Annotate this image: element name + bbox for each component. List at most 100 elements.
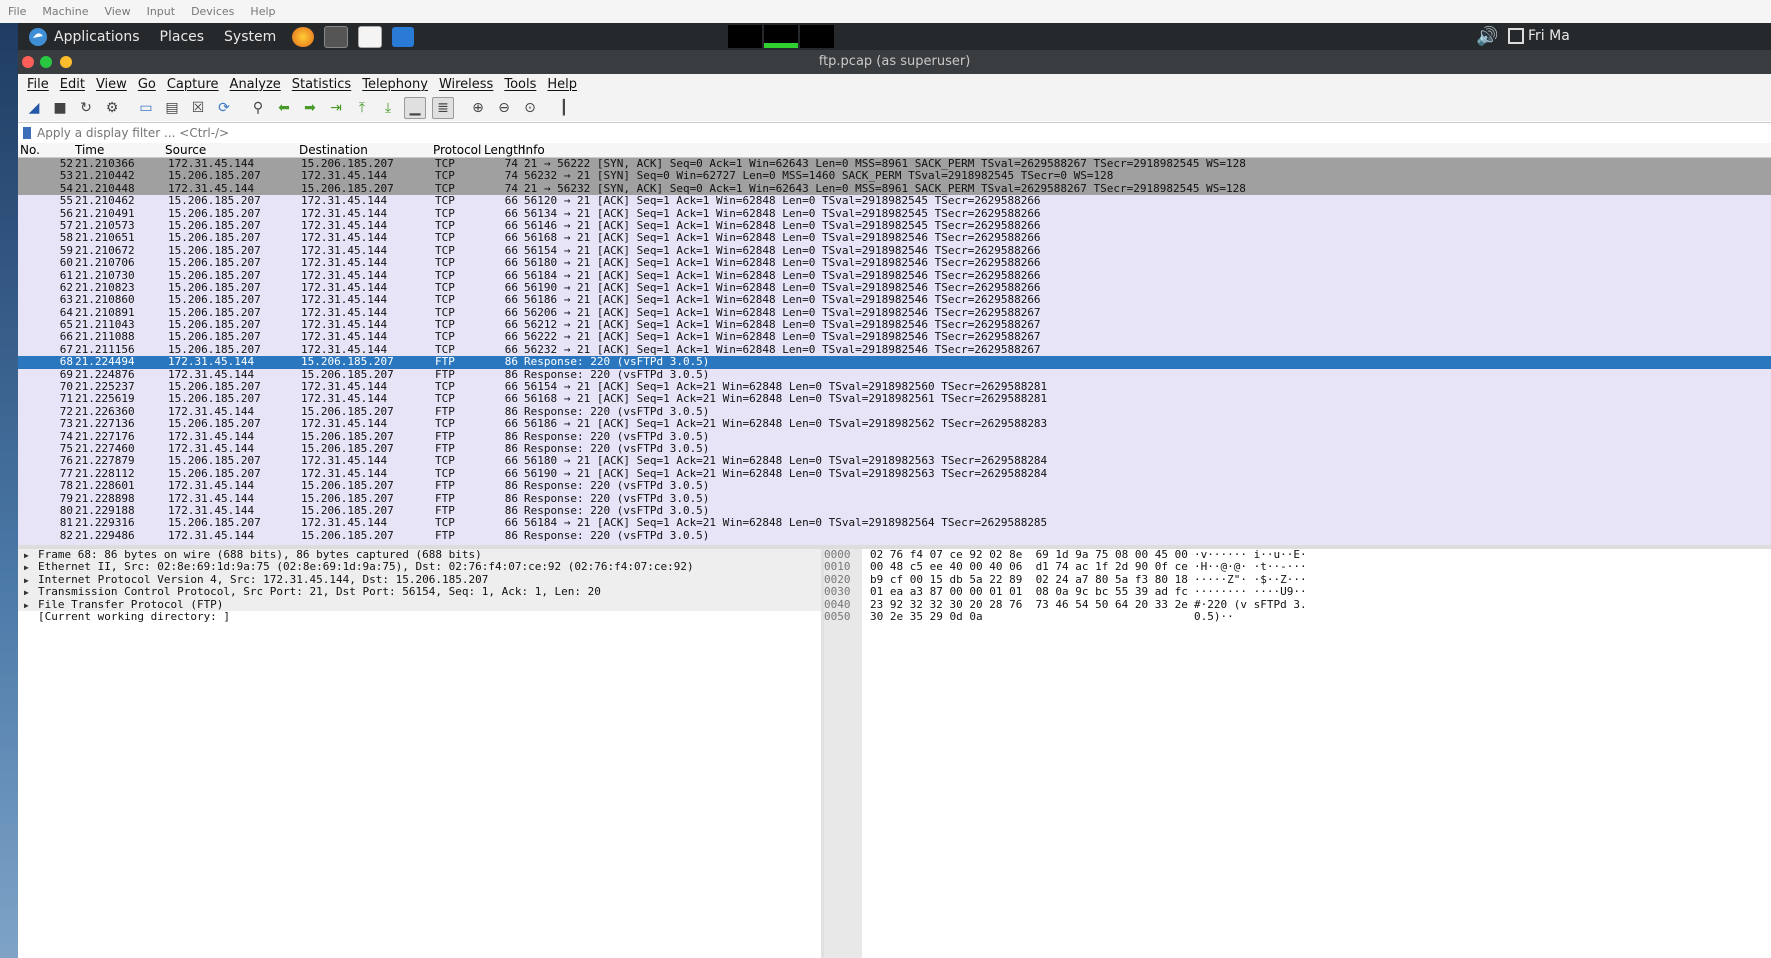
col-protocol-header[interactable]: Protocol bbox=[433, 143, 481, 157]
col-destination-header[interactable]: Destination bbox=[299, 143, 368, 157]
packet-no: 82 bbox=[59, 528, 73, 542]
packet-source: 15.206.185.207 bbox=[168, 392, 261, 406]
menu-go[interactable]: Go bbox=[138, 77, 156, 92]
packet-row[interactable]: 81 21.229316 15.206.185.207 172.31.45.144 TC… bbox=[18, 516, 1771, 530]
expand-arrow-icon[interactable]: ▶ bbox=[24, 562, 38, 574]
colorize-icon[interactable]: ≣ bbox=[432, 96, 454, 119]
packet-row[interactable]: 60 21.210706 15.206.185.207 172.31.45.144 TC… bbox=[18, 256, 1771, 270]
menu-telephony[interactable]: Telephony bbox=[362, 77, 428, 92]
packet-row[interactable]: 71 21.225619 15.206.185.207 172.31.45.144 TC… bbox=[18, 392, 1771, 406]
forward-arrow-icon[interactable]: ➡ bbox=[300, 98, 320, 118]
packet-info: 56168 → 21 [ACK] Seq=1 Ack=21 Win=62848 … bbox=[524, 392, 1048, 406]
back-arrow-icon[interactable]: ⬅ bbox=[274, 98, 294, 118]
reload-icon[interactable]: ⟳ bbox=[214, 98, 234, 118]
menu-capture[interactable]: Capture bbox=[167, 77, 219, 92]
col-length-header[interactable]: Length bbox=[484, 143, 525, 157]
packet-row[interactable]: 53 21.210442 15.206.185.207 172.31.45.144 TC… bbox=[18, 169, 1771, 183]
packet-no: 81 bbox=[59, 516, 73, 530]
hex-line: 00 48 c5 ee 40 00 40 06 d1 74 ac 1f 2d 9… bbox=[870, 560, 1188, 574]
packet-length: 86 bbox=[504, 355, 518, 369]
packet-row[interactable]: 79 21.228898 172.31.45.144 15.206.185.207 FT… bbox=[18, 492, 1771, 505]
expand-arrow-icon[interactable]: ▶ bbox=[24, 587, 38, 599]
firefox-launcher-icon[interactable] bbox=[292, 26, 315, 47]
packet-bytes-pane[interactable]: 0000 0010 0020 0030 0040 0050 02 76 f4 07 ce … bbox=[824, 548, 1771, 958]
menu-wireless[interactable]: Wireless bbox=[439, 77, 493, 92]
packet-destination: 172.31.45.144 bbox=[301, 417, 388, 431]
packet-no: 68 bbox=[59, 355, 73, 369]
packet-destination: 15.206.185.207 bbox=[301, 479, 394, 493]
packet-row[interactable]: 58 21.210651 15.206.185.207 172.31.45.144 TC… bbox=[18, 231, 1771, 245]
restart-icon[interactable]: ↻ bbox=[76, 98, 96, 118]
col-time-header[interactable]: Time bbox=[75, 143, 104, 157]
menu-statistics[interactable]: Statistics bbox=[292, 77, 351, 92]
vscode-launcher-icon[interactable] bbox=[392, 26, 415, 47]
clock[interactable]: Fri Ma bbox=[1528, 28, 1570, 44]
col-no-header[interactable]: No. bbox=[20, 143, 40, 157]
open-folder-icon[interactable]: ▭ bbox=[136, 98, 156, 118]
filter-bookmark-icon[interactable] bbox=[23, 127, 31, 139]
menu-tools[interactable]: Tools bbox=[504, 77, 536, 92]
go-to-packet-icon[interactable]: ⇥ bbox=[326, 98, 346, 118]
menu-view[interactable]: View bbox=[96, 77, 127, 92]
applications-menu[interactable]: Applications bbox=[28, 27, 140, 47]
packet-row[interactable]: 67 21.211156 15.206.185.207 172.31.45.144 TC… bbox=[18, 343, 1771, 357]
packet-info: 56168 → 21 [ACK] Seq=1 Ack=1 Win=62848 L… bbox=[524, 231, 1041, 245]
system-monitor-graphs bbox=[728, 25, 834, 48]
packet-row[interactable]: 63 21.210860 15.206.185.207 172.31.45.144 TC… bbox=[18, 293, 1771, 307]
text-editor-launcher-icon[interactable] bbox=[358, 25, 383, 48]
close-file-icon[interactable]: ☒ bbox=[188, 98, 208, 118]
packet-no: 60 bbox=[59, 256, 73, 270]
host-menu-item[interactable]: Input bbox=[147, 5, 175, 18]
col-info-header[interactable]: Info bbox=[522, 143, 545, 157]
menu-analyze[interactable]: Analyze bbox=[230, 77, 281, 92]
first-packet-icon[interactable]: ⤒ bbox=[352, 98, 372, 118]
packet-destination: 172.31.45.144 bbox=[301, 194, 388, 208]
zoom-out-icon[interactable]: ⊖ bbox=[494, 98, 514, 118]
save-icon[interactable]: ▤ bbox=[162, 98, 182, 118]
host-menu-item[interactable]: Machine bbox=[42, 5, 88, 18]
menu-help[interactable]: Help bbox=[547, 77, 577, 92]
zoom-in-icon[interactable]: ⊕ bbox=[468, 98, 488, 118]
packet-destination: 172.31.45.144 bbox=[301, 256, 388, 270]
packet-time: 21.210706 bbox=[75, 256, 135, 270]
system-menu[interactable]: System bbox=[224, 29, 276, 45]
host-menu-item[interactable]: File bbox=[8, 5, 26, 18]
packet-info: 56180 → 21 [ACK] Seq=1 Ack=1 Win=62848 L… bbox=[524, 256, 1041, 270]
packet-row[interactable]: 77 21.228112 15.206.185.207 172.31.45.144 TC… bbox=[18, 467, 1771, 481]
zoom-reset-icon[interactable]: ⊙ bbox=[520, 98, 540, 118]
packet-row[interactable]: 78 21.228601 172.31.45.144 15.206.185.207 FT… bbox=[18, 479, 1771, 493]
places-menu[interactable]: Places bbox=[160, 29, 205, 45]
packet-details-pane[interactable]: ▶ Frame 68: 86 bytes on wire (688 bits), … bbox=[18, 548, 821, 958]
menu-file[interactable]: File bbox=[27, 77, 49, 92]
host-menu-item[interactable]: View bbox=[104, 5, 130, 18]
host-menu-item[interactable]: Help bbox=[250, 5, 275, 18]
autoscroll-icon[interactable]: ▁ bbox=[404, 96, 426, 119]
packet-row[interactable]: 68 21.224494 172.31.45.144 15.206.185.207 FT… bbox=[18, 355, 1771, 369]
volume-icon[interactable]: 🔊 bbox=[1476, 26, 1498, 47]
packet-list[interactable]: No. Time Source Destination Protocol Len… bbox=[18, 143, 1771, 545]
find-icon[interactable]: ⚲ bbox=[248, 98, 268, 118]
packet-source: 172.31.45.144 bbox=[168, 528, 255, 542]
packet-row[interactable]: 74 21.227176 172.31.45.144 15.206.185.207 FT… bbox=[18, 430, 1771, 443]
capture-options-icon[interactable]: ⚙ bbox=[102, 98, 122, 118]
packet-no: 73 bbox=[59, 417, 73, 431]
packet-time: 21.227879 bbox=[75, 454, 135, 468]
terminal-launcher-icon[interactable] bbox=[324, 25, 349, 48]
packet-row[interactable]: 73 21.227136 15.206.185.207 172.31.45.144 TC… bbox=[18, 417, 1771, 431]
stop-icon[interactable]: ■ bbox=[50, 98, 70, 118]
packet-source: 15.206.185.207 bbox=[168, 516, 261, 530]
menu-edit[interactable]: Edit bbox=[60, 77, 85, 92]
packet-row[interactable]: 82 21.229486 172.31.45.144 15.206.185.207 FT… bbox=[18, 528, 1771, 543]
host-menu-item[interactable]: Devices bbox=[191, 5, 234, 18]
packet-row[interactable]: 76 21.227879 15.206.185.207 172.31.45.144 TC… bbox=[18, 454, 1771, 468]
packet-row[interactable]: 55 21.210462 15.206.185.207 172.31.45.144 TC… bbox=[18, 194, 1771, 208]
detail-row[interactable]: [Current working directory: ] bbox=[18, 610, 821, 623]
shark-fin-start-icon[interactable]: ◢ bbox=[24, 98, 44, 118]
last-packet-icon[interactable]: ⤓ bbox=[378, 98, 398, 118]
packet-row[interactable]: 66 21.211088 15.206.185.207 172.31.45.144 TC… bbox=[18, 331, 1771, 344]
screen-icon[interactable] bbox=[1508, 28, 1524, 44]
col-source-header[interactable]: Source bbox=[165, 143, 206, 157]
resize-columns-icon[interactable]: ┃ bbox=[554, 98, 574, 118]
display-filter-input[interactable] bbox=[35, 125, 1439, 141]
packet-protocol: FTP bbox=[435, 528, 455, 542]
